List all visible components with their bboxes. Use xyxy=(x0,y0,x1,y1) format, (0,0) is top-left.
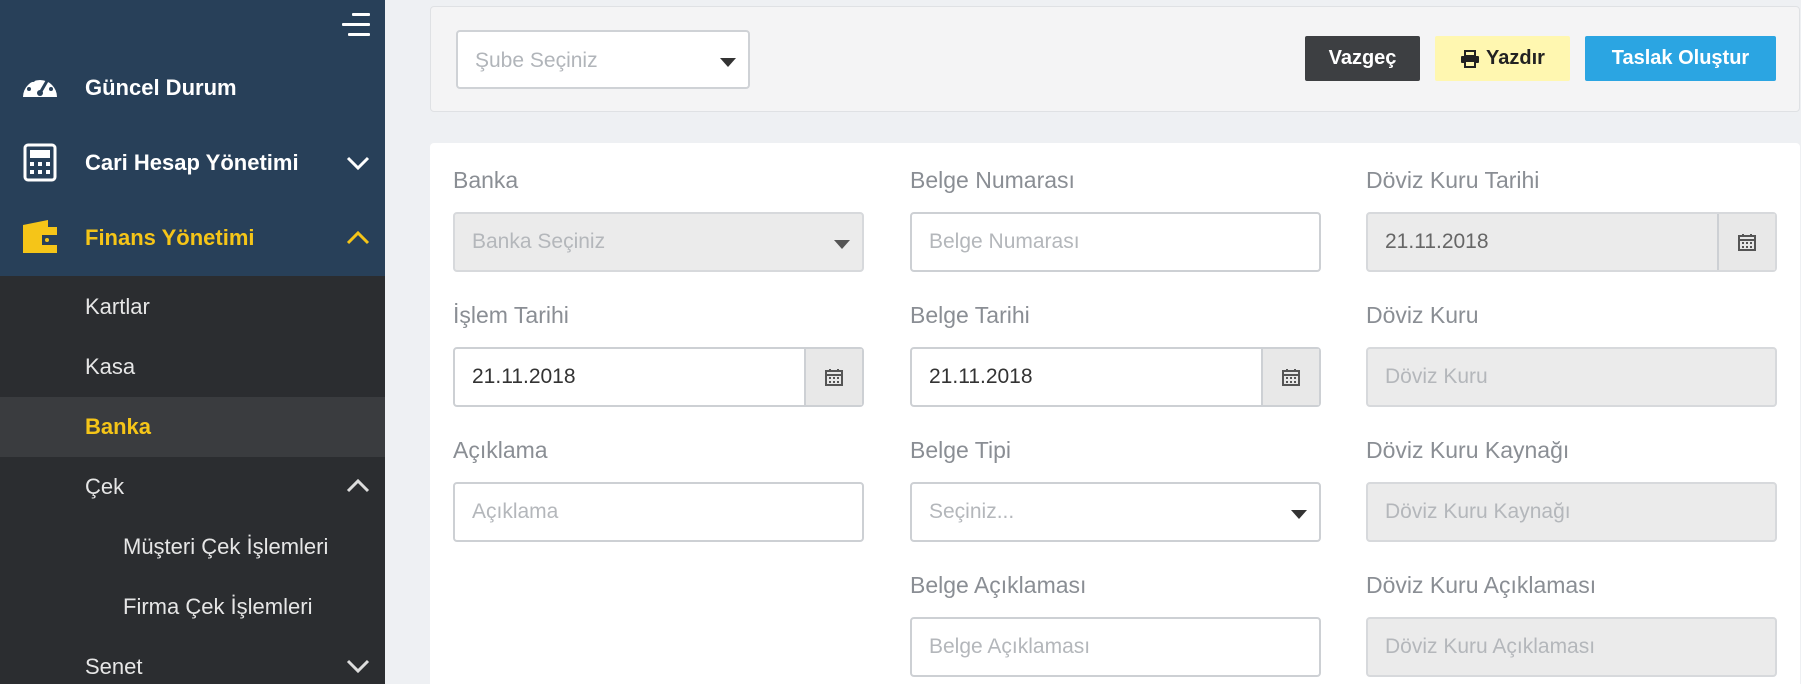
fx-rate-placeholder: Döviz Kuru xyxy=(1385,365,1488,388)
description-label: Açıklama xyxy=(453,437,548,463)
document-date-picker-button[interactable] xyxy=(1261,349,1319,405)
sidebar-item-label: Cari Hesap Yönetimi xyxy=(85,149,299,175)
bank-select-placeholder: Banka Seçiniz xyxy=(472,230,606,253)
cancel-button[interactable]: Vazgeç xyxy=(1305,36,1420,81)
document-type-label: Belge Tipi xyxy=(910,437,1012,463)
description-placeholder: Açıklama xyxy=(472,500,559,523)
calculator-icon xyxy=(23,143,57,182)
sidebar-item-cek[interactable]: Çek xyxy=(0,457,385,517)
fx-rate-source-input[interactable]: Döviz Kuru Kaynağı xyxy=(1366,482,1777,542)
chevron-up-icon xyxy=(346,478,370,493)
bank-select[interactable]: Banka Seçiniz xyxy=(453,212,864,272)
form-panel: Banka Banka Seçiniz İşlem Tarihi 21.11.2… xyxy=(430,143,1800,684)
sidebar-item-kasa[interactable]: Kasa xyxy=(0,337,385,397)
transaction-date-label: İşlem Tarihi xyxy=(453,302,569,328)
fx-rate-description-placeholder: Döviz Kuru Açıklaması xyxy=(1385,635,1596,658)
cancel-button-label: Vazgeç xyxy=(1328,47,1397,69)
fx-rate-date-label: Döviz Kuru Tarihi xyxy=(1366,167,1540,193)
sidebar-item-cari-hesap[interactable]: Cari Hesap Yönetimi xyxy=(0,125,385,200)
fx-rate-input[interactable]: Döviz Kuru xyxy=(1366,347,1777,407)
document-date-field[interactable]: 21.11.2018 xyxy=(910,347,1321,407)
transaction-date-picker-button[interactable] xyxy=(804,349,862,405)
sidebar-item-label: Firma Çek İşlemleri xyxy=(123,594,313,619)
sidebar-item-finans-yonetimi[interactable]: Finans Yönetimi xyxy=(0,200,385,275)
document-type-placeholder: Seçiniz... xyxy=(929,500,1015,523)
fx-rate-description-label: Döviz Kuru Açıklaması xyxy=(1366,572,1597,598)
dashboard-icon xyxy=(22,75,57,97)
branch-select[interactable]: Şube Seçiniz xyxy=(456,30,750,89)
sidebar-item-guncel-durum[interactable]: Güncel Durum xyxy=(0,50,385,125)
sidebar-item-firma-cek[interactable]: Firma Çek İşlemleri xyxy=(0,577,385,637)
sidebar-item-banka[interactable]: Banka xyxy=(0,397,385,457)
bank-label: Banka xyxy=(453,167,519,193)
caret-down-icon xyxy=(834,240,850,249)
fx-rate-source-label: Döviz Kuru Kaynağı xyxy=(1366,437,1570,463)
document-number-placeholder: Belge Numarası xyxy=(929,230,1080,253)
action-bar: Şube Seçiniz Vazgeç Yazdır Taslak Oluştu… xyxy=(430,6,1800,112)
transaction-date-value: 21.11.2018 xyxy=(472,365,576,388)
document-description-input[interactable]: Belge Açıklaması xyxy=(910,617,1321,677)
printer-icon xyxy=(1461,49,1480,68)
menu-toggle-icon[interactable] xyxy=(340,11,370,39)
calendar-icon xyxy=(1738,234,1756,251)
print-button[interactable]: Yazdır xyxy=(1435,36,1570,81)
sidebar-item-senet[interactable]: Senet xyxy=(0,637,385,684)
fx-rate-label: Döviz Kuru xyxy=(1366,302,1479,328)
chevron-down-icon xyxy=(346,156,370,171)
document-date-label: Belge Tarihi xyxy=(910,302,1030,328)
fx-rate-date-picker-button[interactable] xyxy=(1717,214,1775,270)
fx-rate-date-value: 21.11.2018 xyxy=(1385,230,1489,253)
sidebar-item-kartlar[interactable]: Kartlar xyxy=(0,277,385,337)
fx-rate-date-field[interactable]: 21.11.2018 xyxy=(1366,212,1777,272)
caret-down-icon xyxy=(720,58,736,67)
print-button-label: Yazdır xyxy=(1486,47,1545,69)
chevron-up-icon xyxy=(346,230,370,245)
transaction-date-field[interactable]: 21.11.2018 xyxy=(453,347,864,407)
sidebar-item-musteri-cek[interactable]: Müşteri Çek İşlemleri xyxy=(0,517,385,577)
chevron-down-icon xyxy=(346,659,370,674)
calendar-icon xyxy=(1282,369,1300,386)
document-type-select[interactable]: Seçiniz... xyxy=(910,482,1321,542)
sidebar-item-label: Çek xyxy=(85,474,125,499)
sidebar-item-label: Finans Yönetimi xyxy=(85,224,255,250)
sidebar-main-menu: Güncel Durum Cari Hesap Yönetimi Finans … xyxy=(0,0,385,276)
document-number-label: Belge Numarası xyxy=(910,167,1075,193)
sidebar-item-label: Müşteri Çek İşlemleri xyxy=(123,534,329,559)
document-number-input[interactable]: Belge Numarası xyxy=(910,212,1321,272)
document-description-placeholder: Belge Açıklaması xyxy=(929,635,1091,658)
sidebar-item-label: Güncel Durum xyxy=(85,74,237,100)
wallet-icon xyxy=(23,220,57,253)
create-draft-button-label: Taslak Oluştur xyxy=(1611,47,1750,69)
caret-down-icon xyxy=(1291,510,1307,519)
sidebar-item-label: Kartlar xyxy=(85,294,150,319)
sidebar-item-label: Banka xyxy=(85,414,152,439)
create-draft-button[interactable]: Taslak Oluştur xyxy=(1585,36,1776,81)
document-date-value: 21.11.2018 xyxy=(929,365,1033,388)
sidebar: Güncel Durum Cari Hesap Yönetimi Finans … xyxy=(0,0,385,684)
sidebar-item-label: Kasa xyxy=(85,354,136,379)
sidebar-item-label: Senet xyxy=(85,654,143,679)
document-description-label: Belge Açıklaması xyxy=(910,572,1087,598)
fx-rate-source-placeholder: Döviz Kuru Kaynağı xyxy=(1385,500,1571,523)
description-input[interactable]: Açıklama xyxy=(453,482,864,542)
calendar-icon xyxy=(825,369,843,386)
fx-rate-description-input[interactable]: Döviz Kuru Açıklaması xyxy=(1366,617,1777,677)
branch-select-placeholder: Şube Seçiniz xyxy=(475,49,598,72)
